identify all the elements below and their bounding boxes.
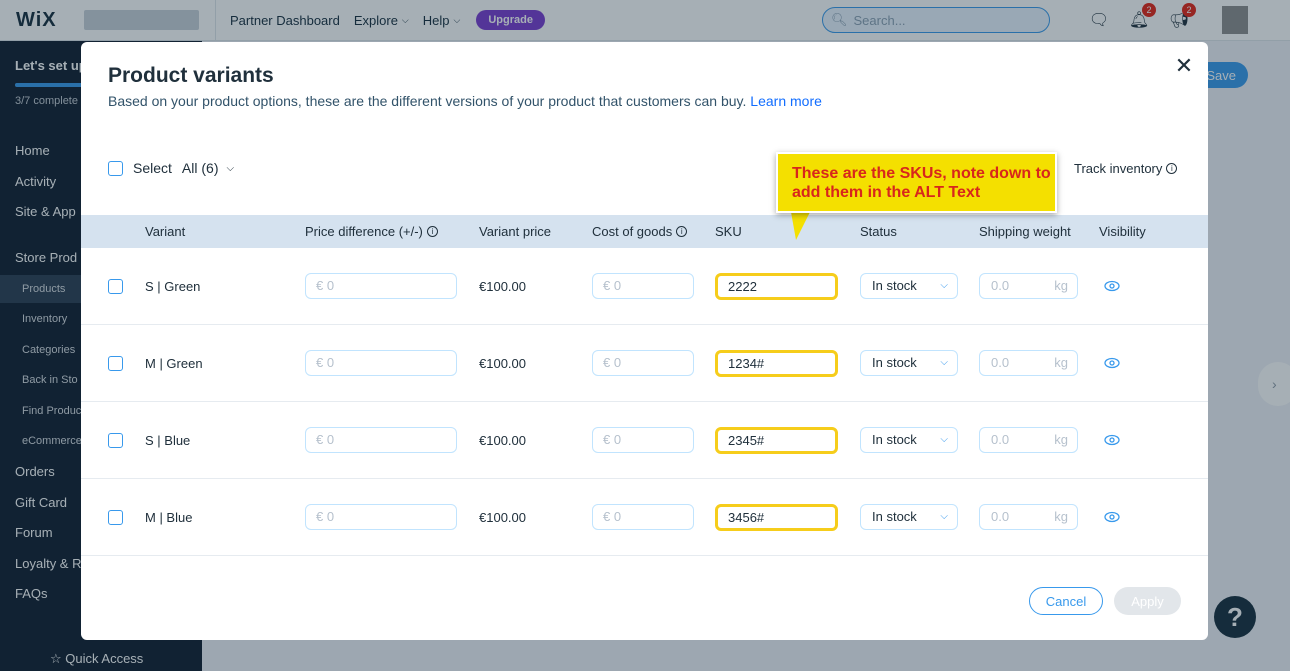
status-select[interactable]: In stock ⌵: [860, 504, 958, 530]
close-icon[interactable]: ✕: [1174, 55, 1194, 77]
weight-value: 0.0: [991, 355, 1010, 370]
sku-annotation-callout: These are the SKUs, note down to add the…: [776, 152, 1057, 213]
variant-price: €100.00: [479, 433, 526, 448]
select-label: Select: [133, 160, 172, 176]
sku-input[interactable]: 2222: [715, 273, 838, 300]
variant-name: S | Blue: [145, 433, 191, 448]
variant-name: M | Green: [145, 356, 203, 371]
weight-unit: kg: [1054, 278, 1068, 293]
status-select[interactable]: In stock ⌵: [860, 273, 958, 299]
eye-icon[interactable]: [1104, 433, 1120, 447]
learn-more-link[interactable]: Learn more: [750, 93, 822, 109]
variant-price: €100.00: [479, 356, 526, 371]
col-cost-of-goods: Cost of goods i: [592, 224, 688, 239]
col-shipping-weight: Shipping weight: [979, 224, 1071, 239]
weight-value: 0.0: [991, 509, 1010, 524]
status-select[interactable]: In stock ⌵: [860, 427, 958, 453]
sku-input[interactable]: 2345#: [715, 427, 838, 454]
chevron-down-icon: ⌵: [940, 357, 948, 368]
select-filter-dropdown[interactable]: All (6) ⌵: [182, 160, 234, 176]
info-icon[interactable]: i: [1166, 163, 1178, 174]
shipping-weight-input[interactable]: 0.0 kg: [979, 350, 1078, 376]
track-inventory-toggle[interactable]: Track inventory i: [1074, 161, 1178, 176]
price-difference-input[interactable]: € 0: [305, 273, 457, 299]
eye-icon[interactable]: [1104, 279, 1120, 293]
col-variant-price: Variant price: [479, 224, 552, 239]
variant-price: €100.00: [479, 510, 526, 525]
col-label: Cost of goods: [592, 224, 673, 239]
shipping-weight-input[interactable]: 0.0 kg: [979, 427, 1078, 453]
track-inventory-label: Track inventory: [1074, 161, 1163, 176]
subtitle-text: Based on your product options, these are…: [108, 93, 747, 109]
variant-name: M | Blue: [145, 510, 193, 525]
sku-input[interactable]: 3456#: [715, 504, 838, 531]
price-difference-input[interactable]: € 0: [305, 504, 457, 530]
weight-value: 0.0: [991, 432, 1010, 447]
chevron-down-icon: ⌵: [940, 280, 948, 291]
shipping-weight-input[interactable]: 0.0 kg: [979, 273, 1078, 299]
eye-icon[interactable]: [1104, 510, 1120, 524]
table-row: M | Green € 0 €100.00 € 0 1234# In stock…: [81, 325, 1208, 402]
price-difference-input[interactable]: € 0: [305, 350, 457, 376]
modal-title: Product variants: [108, 64, 274, 87]
row-checkbox[interactable]: [108, 356, 123, 371]
status-value: In stock: [872, 432, 917, 447]
weight-value: 0.0: [991, 278, 1010, 293]
weight-unit: kg: [1054, 355, 1068, 370]
select-filter-value: All (6): [181, 160, 219, 176]
cost-of-goods-input[interactable]: € 0: [592, 350, 694, 376]
col-visibility: Visibility: [1099, 224, 1146, 239]
col-label: Price difference (+/-): [305, 224, 423, 239]
col-price-difference: Price difference (+/-) i: [305, 224, 438, 239]
table-row: S | Blue € 0 €100.00 € 0 2345# In stock ⌵…: [81, 402, 1208, 479]
status-value: In stock: [872, 278, 917, 293]
row-checkbox[interactable]: [108, 279, 123, 294]
info-icon[interactable]: i: [676, 226, 688, 237]
chevron-down-icon: ⌵: [226, 162, 235, 174]
table-header: Variant Price difference (+/-) i Variant …: [81, 215, 1208, 248]
col-variant: Variant: [145, 224, 186, 239]
col-sku: SKU: [715, 224, 742, 239]
table-row: M | Blue € 0 €100.00 € 0 3456# In stock ⌵…: [81, 479, 1208, 556]
row-checkbox[interactable]: [108, 433, 123, 448]
eye-icon[interactable]: [1104, 356, 1120, 370]
weight-unit: kg: [1054, 509, 1068, 524]
cost-of-goods-input[interactable]: € 0: [592, 273, 694, 299]
row-checkbox[interactable]: [108, 510, 123, 525]
product-variants-modal: ✕ Product variants Based on your product…: [81, 42, 1208, 640]
callout-pointer: [791, 212, 810, 240]
status-select[interactable]: In stock ⌵: [860, 350, 958, 376]
cost-of-goods-input[interactable]: € 0: [592, 504, 694, 530]
table-row: S | Green € 0 €100.00 € 0 2222 In stock ⌵…: [81, 248, 1208, 325]
price-difference-input[interactable]: € 0: [305, 427, 457, 453]
info-icon[interactable]: i: [426, 226, 438, 237]
chevron-down-icon: ⌵: [940, 511, 948, 522]
select-row: Select All (6) ⌵: [108, 160, 234, 176]
variant-name: S | Green: [145, 279, 201, 294]
variant-price: €100.00: [479, 279, 526, 294]
status-value: In stock: [872, 355, 917, 370]
weight-unit: kg: [1054, 432, 1068, 447]
status-value: In stock: [872, 509, 917, 524]
select-all-checkbox[interactable]: [108, 160, 123, 176]
sku-input[interactable]: 1234#: [715, 350, 838, 377]
cost-of-goods-input[interactable]: € 0: [592, 427, 694, 453]
chevron-down-icon: ⌵: [940, 434, 948, 445]
apply-button[interactable]: Apply: [1114, 587, 1181, 615]
shipping-weight-input[interactable]: 0.0 kg: [979, 504, 1078, 530]
modal-subtitle: Based on your product options, these are…: [108, 93, 822, 109]
col-status: Status: [860, 224, 897, 239]
cancel-button[interactable]: Cancel: [1029, 587, 1103, 615]
